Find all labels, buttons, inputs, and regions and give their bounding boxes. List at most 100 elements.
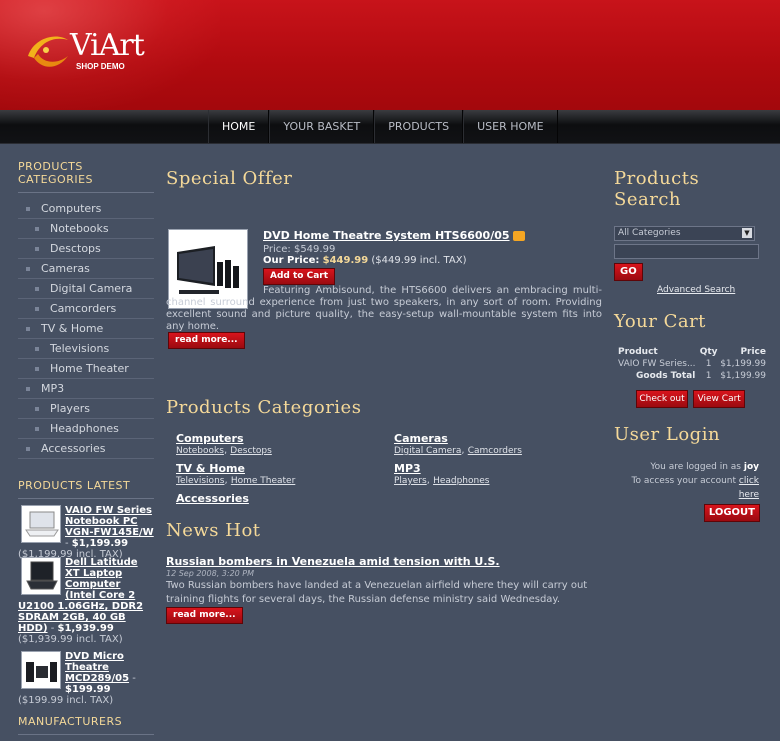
sidebar-item-label: Computers [41, 202, 102, 215]
advanced-search-link[interactable]: Advanced Search [657, 285, 735, 295]
category-link-tv-home[interactable]: TV & Home [176, 462, 245, 475]
search-input[interactable] [614, 244, 759, 259]
cart-item-name[interactable]: VAIO FW Series... [618, 358, 699, 370]
bullet-icon [26, 267, 30, 271]
add-to-cart-button[interactable]: Add to Cart [263, 268, 336, 285]
sidebar-item-label: Notebooks [50, 222, 109, 235]
news-read-more-button[interactable]: read more... [166, 607, 243, 624]
latest-product-incl: ($1,939.99 incl. TAX) [18, 634, 123, 645]
logo-text: ViArt [70, 28, 145, 63]
sidebar-item-mp3[interactable]: MP3 [18, 379, 154, 399]
cart-header-row: Product Qty Price [618, 346, 766, 358]
latest-product: DVD Micro Theatre MCD289/05 - $199.99 ($… [18, 651, 136, 706]
cart-item-qty: 1 [705, 359, 712, 369]
sidebar-item-digital-camera[interactable]: Digital Camera [18, 279, 154, 299]
nav-products[interactable]: PRODUCTS [374, 110, 464, 143]
sidebar-item-accessories[interactable]: Accessories [18, 439, 154, 459]
view-cart-button[interactable]: View Cart [693, 390, 746, 408]
top-navigation: HOME YOUR BASKET PRODUCTS USER HOME [0, 110, 780, 144]
product-thumbnail[interactable] [21, 557, 61, 595]
logged-in-user: joy [743, 462, 759, 472]
checkout-button[interactable]: Check out [636, 390, 688, 408]
sidebar-item-home-theater[interactable]: Home Theater [18, 359, 154, 379]
nav-home[interactable]: HOME [208, 110, 270, 143]
sidebar-item-label: Televisions [50, 342, 110, 355]
latest-product-price: $199.99 [65, 684, 111, 695]
cart-item-row: VAIO FW Series... 1 $1,199.99 [618, 358, 766, 370]
bullet-icon [26, 327, 30, 331]
sidebar-item-label: Desctops [50, 242, 101, 255]
latest-product-link[interactable]: VAIO FW Series Notebook PC VGN-FW145E/W [65, 505, 154, 538]
access-account-text: To access your account [631, 476, 737, 486]
subcategory-link-players[interactable]: Players [394, 476, 427, 486]
subcategory-link-home-theater[interactable]: Home Theater [231, 476, 295, 486]
subcategory-link-televisions[interactable]: Televisions [176, 476, 224, 486]
sidebar-item-label: TV & Home [41, 322, 104, 335]
offer-read-more-button[interactable]: read more... [168, 332, 245, 349]
category-link-mp3[interactable]: MP3 [394, 462, 421, 475]
offer-details: DVD Home Theatre System HTS6600/05 Price… [263, 229, 603, 285]
category-link-computers[interactable]: Computers [176, 432, 244, 445]
offer-price: $549.99 [293, 244, 336, 255]
sidebar-item-camcorders[interactable]: Camcorders [18, 299, 154, 319]
sidebar-item-label: MP3 [41, 382, 65, 395]
sidebar-item-cameras[interactable]: Cameras [18, 259, 154, 279]
viart-logo[interactable]: ViArt SHOP DEMO [24, 28, 154, 78]
product-thumbnail[interactable] [21, 651, 61, 689]
cart-header-product: Product [618, 347, 658, 357]
category-select[interactable]: All Categories ▼ [614, 226, 755, 241]
product-thumbnail[interactable] [21, 505, 61, 543]
cart-buttons: Check out View Cart [614, 390, 766, 408]
bullet-icon [35, 307, 39, 311]
latest-product: VAIO FW Series Notebook PC VGN-FW145E/W … [18, 505, 154, 560]
goods-total-price: $1,199.99 [720, 371, 766, 381]
offer-description: Featuring Ambisound, the HTS6600 deliver… [166, 285, 602, 332]
latest-product-incl: ($199.99 incl. TAX) [18, 695, 114, 706]
sidebar-item-televisions[interactable]: Televisions [18, 339, 154, 359]
category-group-mp3: MP3 Players, Headphones [394, 462, 490, 486]
bullet-icon [35, 407, 39, 411]
laptop-icon [26, 561, 58, 590]
sidebar-item-players[interactable]: Players [18, 399, 154, 419]
sidebar-item-notebooks[interactable]: Notebooks [18, 219, 154, 239]
news-body-wrap: Two Russian bombers have landed at a Ven… [166, 579, 603, 624]
category-link-accessories[interactable]: Accessories [176, 492, 249, 505]
news-body: Two Russian bombers have landed at a Ven… [166, 580, 588, 605]
bullet-icon [35, 427, 39, 431]
goods-total-label: Goods Total [636, 371, 696, 381]
special-offer-block: DVD Home Theatre System HTS6600/05 Price… [166, 189, 603, 349]
news-headline-link[interactable]: Russian bombers in Venezuela amid tensio… [166, 555, 500, 568]
sidebar-item-headphones[interactable]: Headphones [18, 419, 154, 439]
offer-product-link[interactable]: DVD Home Theatre System HTS6600/05 [263, 229, 510, 242]
cart-item-price: $1,199.99 [720, 359, 766, 369]
click-here-link[interactable]: click here [739, 476, 759, 500]
sidebar-item-computers[interactable]: Computers [18, 199, 154, 219]
logout-wrap: LOGOUT [614, 504, 760, 522]
logout-button[interactable]: LOGOUT [703, 504, 760, 522]
subcategory-link-headphones[interactable]: Headphones [433, 476, 489, 486]
cart-header-price: Price [740, 347, 766, 357]
logo-swoosh-icon [28, 36, 68, 67]
sidebar-item-label: Home Theater [50, 362, 129, 375]
cart-header-qty: Qty [699, 347, 718, 357]
right-sidebar: Products Search All Categories ▼ GO Adva… [614, 168, 766, 522]
category-group-computers: Computers Notebooks, Desctops [176, 432, 272, 456]
subcategory-link-notebooks[interactable]: Notebooks [176, 446, 224, 456]
bullet-icon [35, 247, 39, 251]
our-price-label: Our Price: [263, 255, 320, 266]
nav-user-home[interactable]: USER HOME [463, 110, 558, 143]
sidebar-item-desctops[interactable]: Desctops [18, 239, 154, 259]
nav-your-basket[interactable]: YOUR BASKET [269, 110, 375, 143]
subcategory-link-camcorders[interactable]: Camcorders [468, 446, 522, 456]
latest-sidebar-title: PRODUCTS LATEST [18, 479, 154, 499]
subcategory-link-desctops[interactable]: Desctops [230, 446, 272, 456]
latest-product-link[interactable]: DVD Micro Theatre MCD289/05 [65, 651, 129, 684]
new-badge-icon [512, 231, 525, 241]
sidebar-item-tv-home[interactable]: TV & Home [18, 319, 154, 339]
subcategory-link-digital-camera[interactable]: Digital Camera [394, 446, 461, 456]
category-link-cameras[interactable]: Cameras [394, 432, 448, 445]
latest-product-price: $1,939.99 [57, 623, 114, 634]
bullet-icon [26, 387, 30, 391]
search-go-button[interactable]: GO [614, 263, 643, 281]
categories-sidebar-title: PRODUCTS CATEGORIES [18, 160, 154, 193]
